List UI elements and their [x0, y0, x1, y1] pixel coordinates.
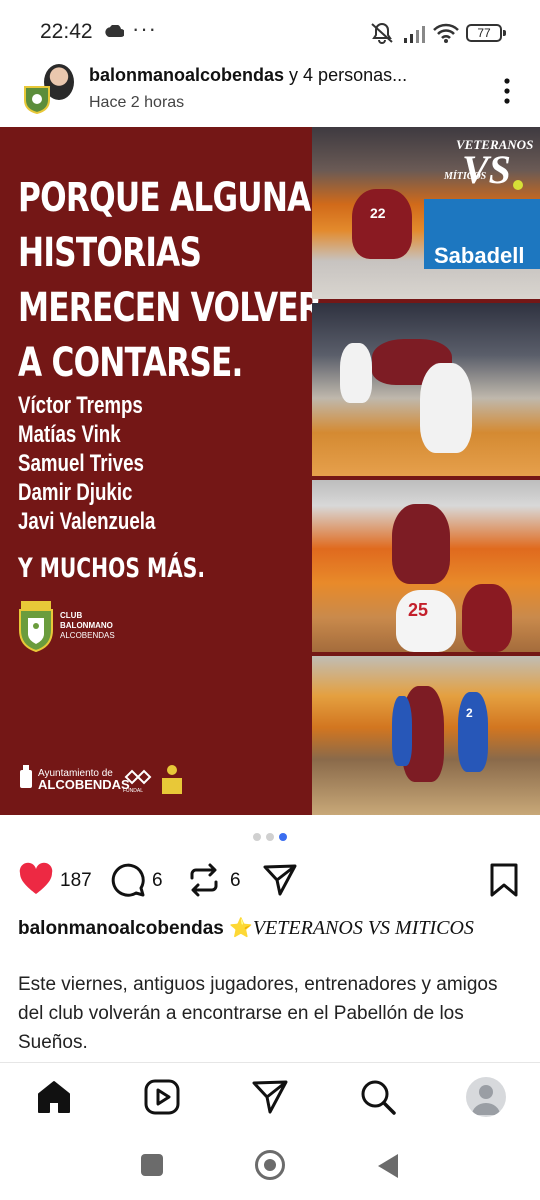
vs-logo-word: VS: [462, 147, 511, 191]
comment-count[interactable]: 6: [152, 870, 163, 892]
fundal-label: FUNDAL: [123, 788, 144, 794]
sponsor-line: ALCOBENDAS: [38, 777, 130, 792]
share-icon[interactable]: [262, 862, 298, 898]
post-actions: 187 6 6: [0, 858, 540, 902]
and-many-more-text: Y MUCHOS MÁS.: [18, 553, 206, 584]
reels-icon[interactable]: [143, 1078, 181, 1116]
home-icon[interactable]: [35, 1078, 73, 1116]
star-emoji: ⭐: [229, 918, 253, 939]
image-headline: PORQUE ALGUNAS HISTORIAS MERECEN VOLVER …: [18, 171, 333, 391]
club-name-line: BALONMANO: [60, 621, 113, 630]
battery-icon: 77: [466, 24, 506, 42]
club-name-line: CLUB: [60, 611, 83, 620]
carousel-dot-active: [279, 833, 287, 841]
vs-logo-word: MÍTICOS: [443, 170, 487, 182]
post-coauthors[interactable]: y 4 personas...: [284, 65, 407, 85]
wifi-icon: [433, 23, 459, 43]
post-timestamp: Hace 2 horas: [89, 94, 185, 111]
player-figure: [340, 343, 372, 403]
club-name-line: ALCOBENDAS: [60, 631, 115, 640]
player-names-list: Víctor Tremps Matías Vink Samuel Trives …: [18, 391, 194, 536]
player-figure: [420, 363, 472, 453]
player-figure: [458, 692, 488, 772]
status-time: 22:42: [40, 20, 93, 43]
player-name: Víctor Tremps: [18, 392, 143, 419]
headline-line: HISTORIAS: [18, 230, 202, 276]
carousel-indicator: [253, 833, 293, 843]
recents-button[interactable]: [141, 1154, 163, 1176]
caption-header: balonmanoalcobendas ⭐VETERANOS VS MITICO…: [18, 916, 528, 940]
player-figure: [352, 189, 412, 259]
sabadell-banner: Sabadell: [424, 199, 540, 269]
club-name: CLUB BALONMANO ALCOBENDAS: [60, 611, 115, 641]
status-bar: 22:42 ··· 77: [0, 0, 540, 64]
photo-jump-shot: Sabadell 22 VETERANOS VS MÍTICOS: [312, 127, 540, 299]
photo-dive: [312, 303, 540, 476]
post-image[interactable]: PORQUE ALGUNAS HISTORIAS MERECEN VOLVER …: [0, 127, 540, 815]
player-name: Matías Vink: [18, 421, 121, 448]
photo-collage: Sabadell 22 VETERANOS VS MÍTICOS 25 2: [312, 127, 540, 815]
player-figure: [392, 504, 450, 584]
club-badge-icon: [24, 86, 50, 114]
jersey-number: 25: [408, 600, 429, 620]
default-avatar-icon: [472, 1085, 500, 1115]
sponsor-crest-icon: [162, 765, 182, 794]
carousel-dot: [266, 833, 274, 841]
caption-username[interactable]: balonmanoalcobendas: [18, 918, 224, 939]
player-name: Damir Djukic: [18, 479, 133, 506]
more-options-icon[interactable]: [497, 76, 517, 106]
caption-title: VETERANOS VS MITICOS: [252, 917, 474, 939]
mute-icon: [371, 22, 393, 44]
repost-count[interactable]: 6: [230, 870, 241, 892]
comment-icon[interactable]: [110, 862, 146, 898]
headline-line: A CONTARSE.: [18, 340, 243, 386]
repost-icon[interactable]: [186, 862, 222, 898]
back-button[interactable]: [378, 1154, 398, 1178]
sponsor-ayuntamiento: Ayuntamiento de ALCOBENDAS: [38, 768, 130, 792]
like-icon[interactable]: [18, 862, 54, 898]
carousel-dot: [253, 833, 261, 841]
cloud-icon: [105, 25, 124, 37]
jersey-number: 22: [370, 205, 386, 221]
headline-line: MERECEN VOLVER: [18, 285, 322, 331]
player-name: Javi Valenzuela: [18, 508, 156, 535]
search-icon[interactable]: [359, 1078, 397, 1116]
bottom-nav: [0, 1062, 540, 1132]
post-header: balonmanoalcobendas y 4 personas... Hace…: [0, 56, 540, 126]
caption-body[interactable]: Este viernes, antiguos jugadores, entren…: [18, 970, 518, 1057]
home-button[interactable]: [255, 1150, 285, 1180]
bookmark-icon[interactable]: [488, 862, 520, 898]
signal-icon: [404, 26, 425, 43]
send-icon[interactable]: [251, 1078, 289, 1116]
system-navigation-bar: [0, 1132, 540, 1200]
club-logo-icon: [19, 601, 53, 652]
jersey-number: 2: [466, 706, 473, 720]
ayuntamiento-crest-icon: [20, 765, 32, 788]
profile-avatar[interactable]: [466, 1077, 506, 1117]
post-username-line[interactable]: balonmanoalcobendas y 4 personas...: [89, 65, 407, 86]
player-figure: [392, 696, 412, 766]
player-name: Samuel Trives: [18, 450, 144, 477]
player-figure: [462, 584, 512, 652]
photo-court: 2: [312, 656, 540, 815]
photo-attack: 25: [312, 480, 540, 652]
post-avatar[interactable]: [22, 62, 78, 118]
veteranos-vs-miticos-logo: VETERANOS VS MÍTICOS: [443, 137, 533, 191]
headline-line: PORQUE ALGUNAS: [18, 175, 333, 221]
status-more-dots: ···: [132, 16, 157, 41]
post-username[interactable]: balonmanoalcobendas: [89, 65, 284, 85]
like-count[interactable]: 187: [60, 870, 92, 892]
